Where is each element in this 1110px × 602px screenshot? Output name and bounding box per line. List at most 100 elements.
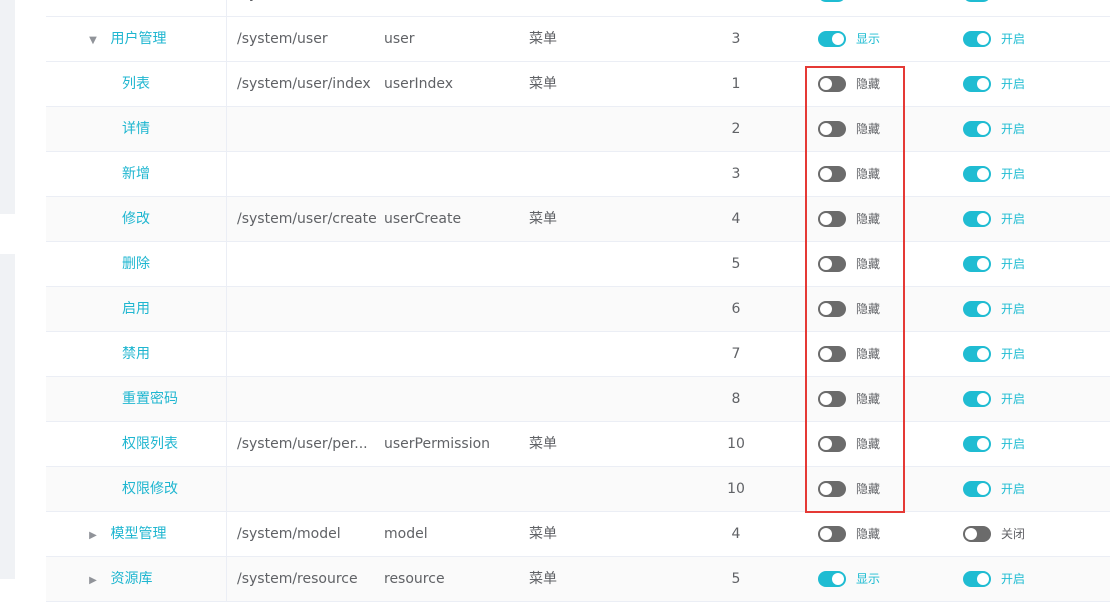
status-switch[interactable]	[963, 391, 991, 407]
status-switch[interactable]	[963, 436, 991, 452]
visibility-cell: 显示	[818, 17, 958, 61]
menu-name-cell: 重置密码	[46, 377, 227, 421]
menu-type	[529, 332, 609, 376]
table-row[interactable]: 权限修改 10 隐藏 开启	[46, 467, 1110, 512]
caret-right-icon[interactable]: ▶	[86, 559, 100, 601]
sort-order: 1	[731, 76, 741, 92]
visibility-switch[interactable]	[818, 256, 846, 272]
visibility-cell: 显示	[818, 0, 958, 16]
status-cell: 开启	[963, 0, 1103, 16]
sidebar-gap	[0, 214, 15, 254]
status-label: 开启	[1001, 437, 1026, 451]
table-row[interactable]: 新增 3 隐藏 开启	[46, 152, 1110, 197]
switch-knob	[820, 213, 832, 225]
status-switch[interactable]	[963, 166, 991, 182]
status-cell: 开启	[963, 152, 1103, 196]
menu-type	[529, 107, 609, 151]
table-row[interactable]: ▶ 模型管理 /system/model model 菜单 4 隐藏 关闭	[46, 512, 1110, 557]
menu-name-link[interactable]: 列表	[122, 76, 150, 92]
menu-name-link[interactable]: 启用	[122, 301, 150, 317]
status-switch[interactable]	[963, 31, 991, 47]
menu-name-link[interactable]: 删除	[122, 256, 150, 272]
visibility-switch[interactable]	[818, 481, 846, 497]
left-sidebar-strip	[0, 0, 15, 579]
menu-name-link[interactable]: 详情	[122, 121, 150, 137]
route-path: /system/user/create	[237, 211, 377, 227]
menu-name-cell: 角色管理	[46, 0, 227, 16]
switch-knob	[977, 393, 989, 405]
visibility-switch[interactable]	[818, 346, 846, 362]
visibility-switch[interactable]	[818, 121, 846, 137]
menu-name-link[interactable]: 权限修改	[122, 481, 178, 497]
table-row[interactable]: ▼ 用户管理 /system/user user 菜单 3 显示 开启	[46, 17, 1110, 62]
table-row[interactable]: 禁用 7 隐藏 开启	[46, 332, 1110, 377]
route-path	[237, 287, 377, 331]
status-switch[interactable]	[963, 571, 991, 587]
visibility-switch[interactable]	[818, 436, 846, 452]
status-switch[interactable]	[963, 76, 991, 92]
menu-name-cell: 列表	[46, 62, 227, 106]
visibility-switch[interactable]	[818, 526, 846, 542]
menu-name-link[interactable]: 用户管理	[110, 31, 166, 47]
status-switch[interactable]	[963, 526, 991, 542]
menu-type	[529, 287, 609, 331]
status-switch[interactable]	[963, 346, 991, 362]
menu-name-link[interactable]: 角色管理	[122, 0, 178, 2]
menu-name-link[interactable]: 重置密码	[122, 391, 178, 407]
route-path	[237, 152, 377, 196]
menu-type	[529, 242, 609, 286]
visibility-switch[interactable]	[818, 391, 846, 407]
status-switch[interactable]	[963, 121, 991, 137]
visibility-cell: 隐藏	[818, 422, 958, 466]
caret-right-icon[interactable]: ▶	[86, 514, 100, 556]
status-cell: 关闭	[963, 512, 1103, 556]
menu-name-link[interactable]: 资源库	[110, 571, 152, 587]
table-row[interactable]: 启用 6 隐藏 开启	[46, 287, 1110, 332]
table-row[interactable]: 列表 /system/user/index userIndex 菜单 1 隐藏 …	[46, 62, 1110, 107]
visibility-switch[interactable]	[818, 0, 846, 2]
switch-knob	[977, 483, 989, 495]
switch-knob	[977, 348, 989, 360]
status-label: 开启	[1001, 212, 1026, 226]
visibility-cell: 隐藏	[818, 467, 958, 511]
status-switch[interactable]	[963, 256, 991, 272]
switch-knob	[977, 168, 989, 180]
table-row[interactable]: 修改 /system/user/create userCreate 菜单 4 隐…	[46, 197, 1110, 242]
visibility-switch[interactable]	[818, 76, 846, 92]
status-label: 开启	[1001, 392, 1026, 406]
status-switch[interactable]	[963, 481, 991, 497]
table-row[interactable]: 详情 2 隐藏 开启	[46, 107, 1110, 152]
table-row[interactable]: 删除 5 隐藏 开启	[46, 242, 1110, 287]
status-cell: 开启	[963, 62, 1103, 106]
switch-knob	[820, 303, 832, 315]
menu-name-link[interactable]: 权限列表	[122, 436, 178, 452]
status-switch[interactable]	[963, 211, 991, 227]
component-name: user	[384, 31, 415, 47]
switch-knob	[820, 258, 832, 270]
status-cell: 开启	[963, 17, 1103, 61]
switch-knob	[977, 573, 989, 585]
status-switch[interactable]	[963, 301, 991, 317]
status-label: 开启	[1001, 77, 1026, 91]
menu-name-link[interactable]: 禁用	[122, 346, 150, 362]
status-label: 开启	[1001, 32, 1026, 46]
menu-name-link[interactable]: 模型管理	[110, 526, 166, 542]
caret-down-icon[interactable]: ▼	[86, 19, 100, 61]
sort-order: 2	[731, 121, 741, 137]
visibility-switch[interactable]	[818, 211, 846, 227]
menu-name-link[interactable]: 修改	[122, 211, 150, 227]
table-row[interactable]: 角色管理 /system/role role 菜单 2 显示 开启	[46, 0, 1110, 17]
status-switch[interactable]	[963, 0, 991, 2]
table-row[interactable]: ▶ 资源库 /system/resource resource 菜单 5 显示 …	[46, 557, 1110, 602]
table-row[interactable]: 权限列表 /system/user/per... userPermission …	[46, 422, 1110, 467]
visibility-switch[interactable]	[818, 571, 846, 587]
component-name	[384, 467, 524, 511]
visibility-switch[interactable]	[818, 301, 846, 317]
visibility-switch[interactable]	[818, 31, 846, 47]
menu-name-link[interactable]: 新增	[122, 166, 150, 182]
switch-knob	[820, 528, 832, 540]
table-row[interactable]: 重置密码 8 隐藏 开启	[46, 377, 1110, 422]
component-name: resource	[384, 571, 445, 587]
switch-knob	[820, 483, 832, 495]
visibility-switch[interactable]	[818, 166, 846, 182]
